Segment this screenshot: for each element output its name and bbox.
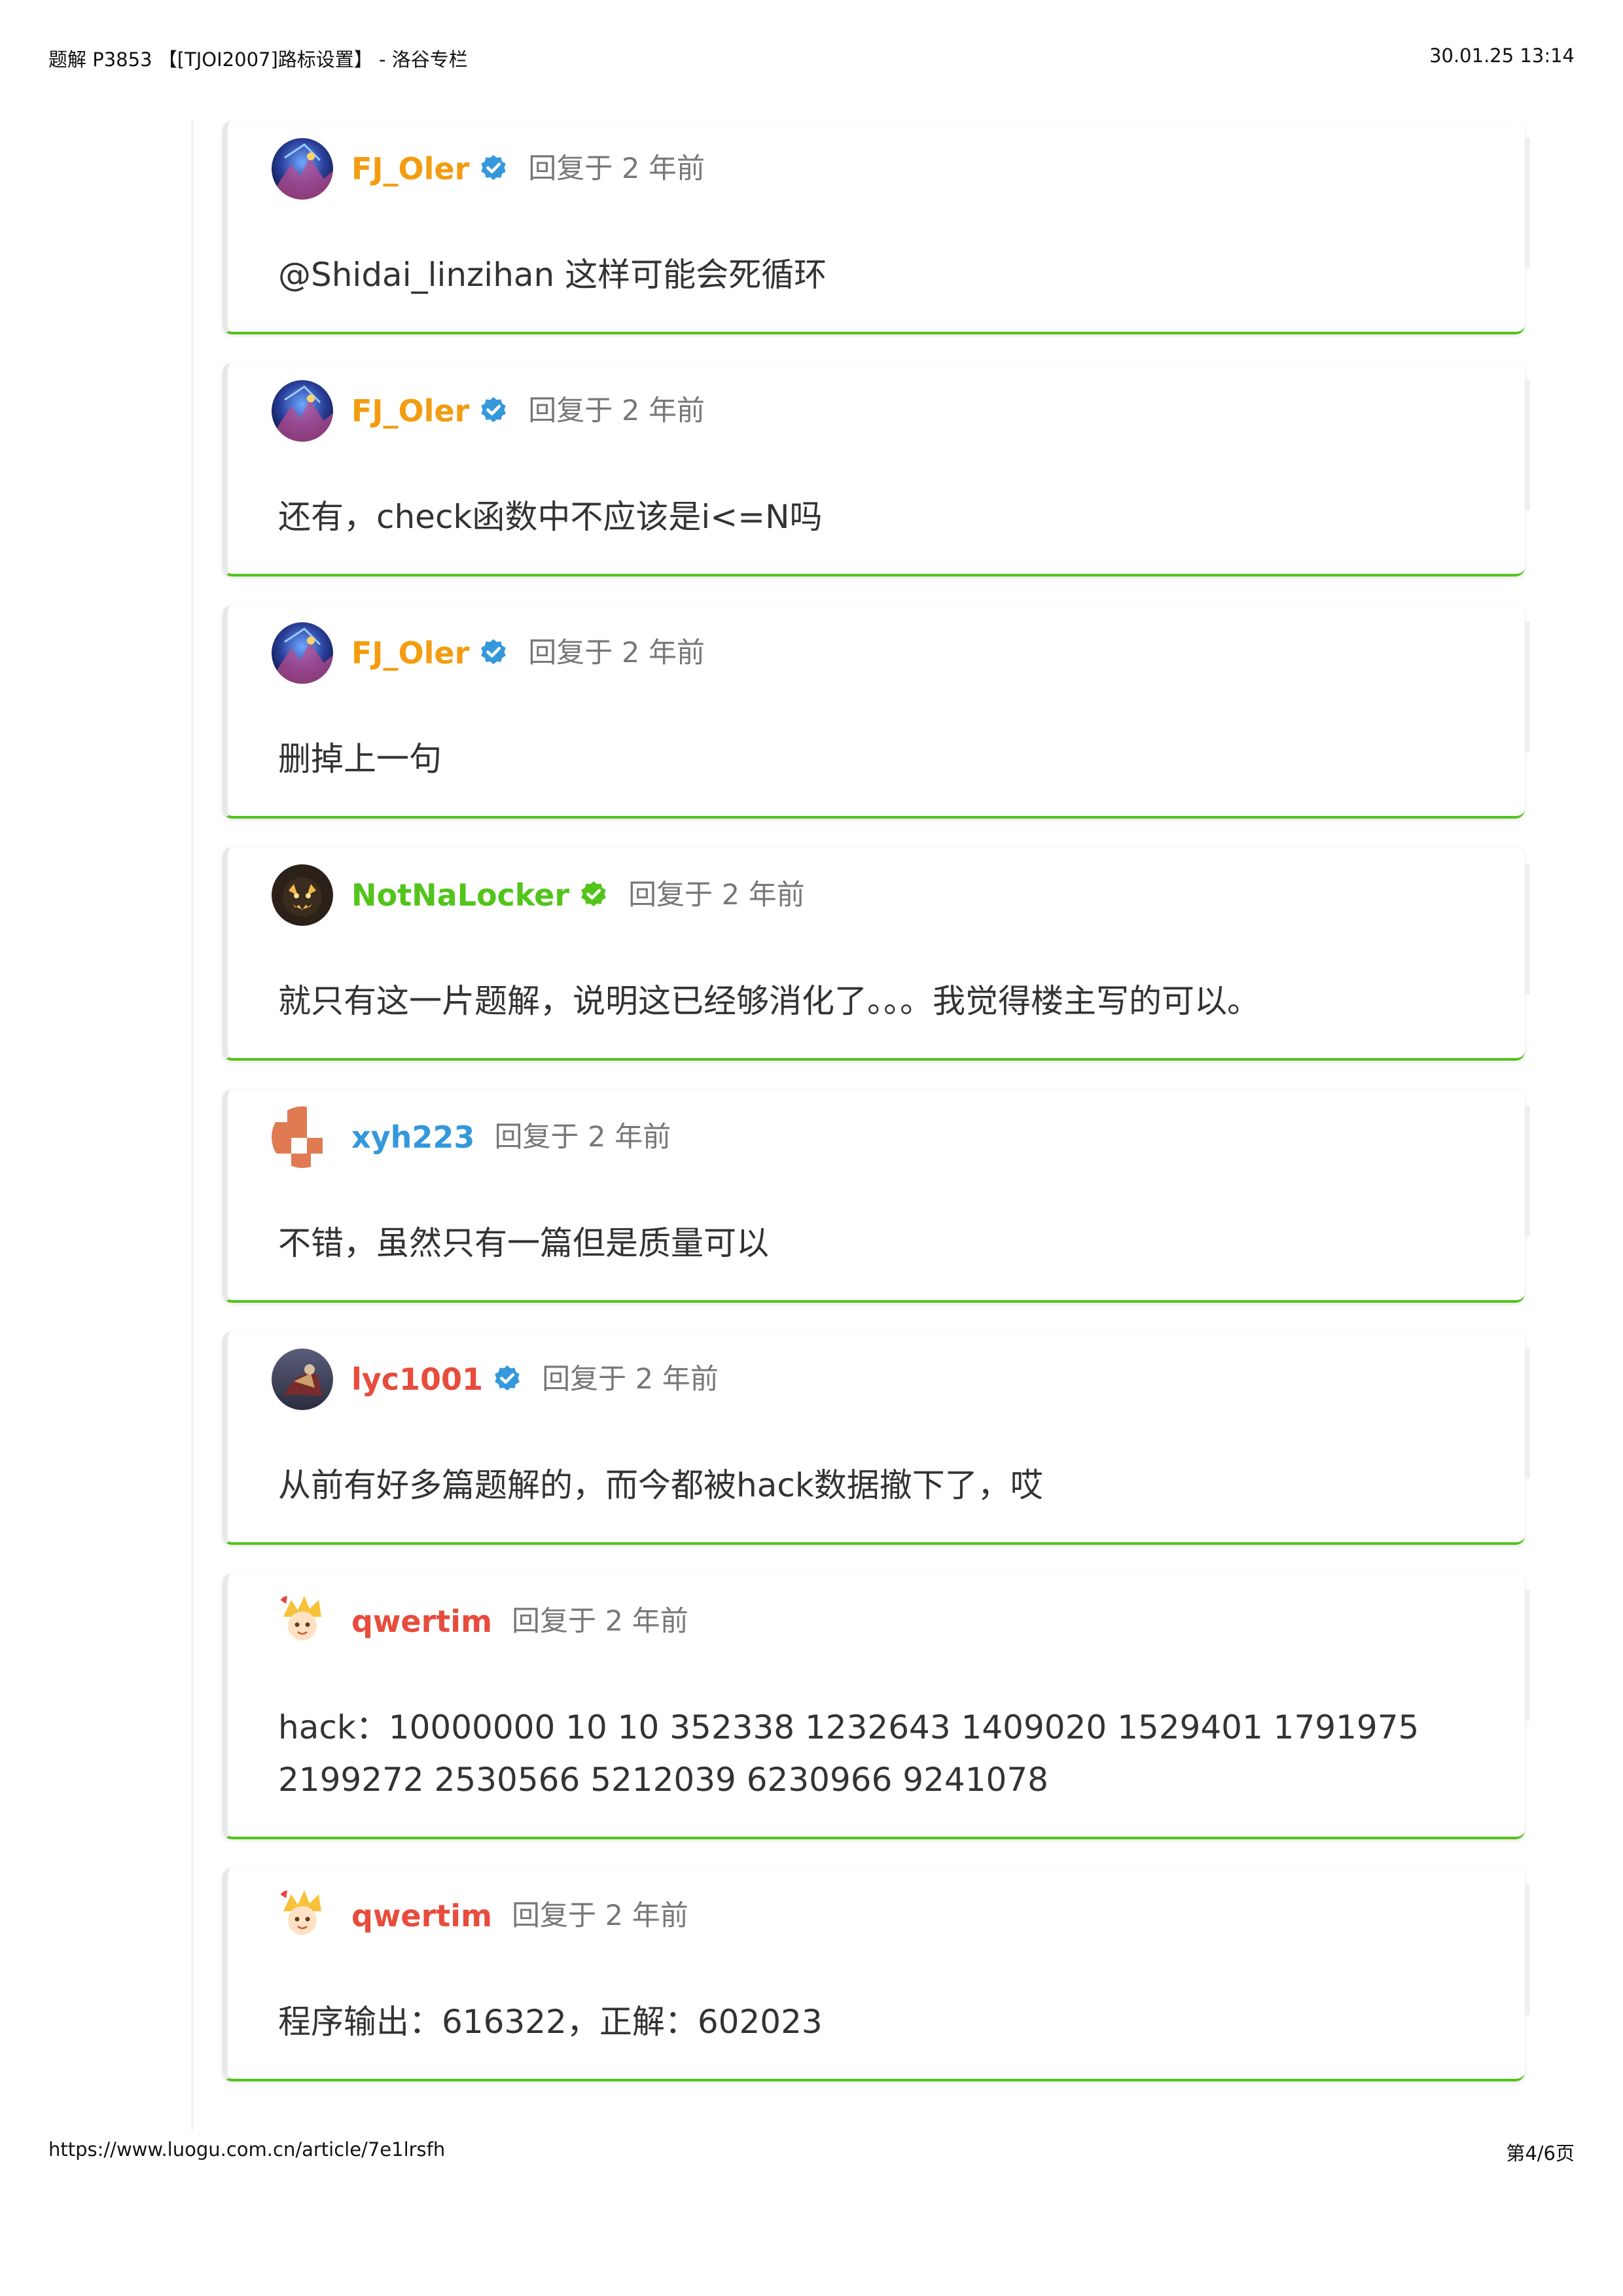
username[interactable]: xyh223 xyxy=(351,1122,474,1152)
username[interactable]: qwertim xyxy=(351,1901,492,1931)
comment-text: 删掉上一句 xyxy=(278,740,442,778)
comment-card: FJ_Oler 回复于 2 年前 还有，check函数中不应该是i<=N吗 xyxy=(223,363,1530,576)
username[interactable]: qwertim xyxy=(351,1606,492,1636)
comment-header: FJ_Oler 回复于 2 年前 xyxy=(272,137,705,200)
comment-header: xyh223 回复于 2 年前 xyxy=(272,1106,671,1169)
avatar-qwertim[interactable] xyxy=(272,1885,333,1947)
reply-time: 回复于 2 年前 xyxy=(528,152,705,185)
avatar-qwertim[interactable] xyxy=(272,1591,333,1652)
print-title: 题解 P3853 【[TJOI2007]路标设置】 - 洛谷专栏 xyxy=(48,48,468,71)
reply-time: 回复于 2 年前 xyxy=(512,1899,688,1932)
verified-check-icon xyxy=(495,1365,520,1391)
page-number: 第4/6页 xyxy=(1506,2142,1575,2164)
comment-text: 程序输出：616322，正解：602023 xyxy=(278,2003,823,2041)
avatar-notna[interactable] xyxy=(272,864,333,926)
comment-text: hack：10000000 10 10 352338 1232643 14090… xyxy=(278,1708,1419,1799)
print-footer: https://www.luogu.com.cn/article/7e1lrsf… xyxy=(48,2138,1575,2167)
comment-header: qwertim 回复于 2 年前 xyxy=(272,1884,688,1947)
reply-time: 回复于 2 年前 xyxy=(542,1362,719,1396)
comment-header: qwertim 回复于 2 年前 xyxy=(272,1590,688,1653)
comment-text: 不错，虽然只有一篇但是质量可以 xyxy=(278,1224,769,1262)
username[interactable]: FJ_Oler xyxy=(351,396,469,426)
comment-header: FJ_Oler 回复于 2 年前 xyxy=(272,380,705,442)
comment-text: 就只有这一片题解，说明这已经够消化了。。。我觉得楼主写的可以。 xyxy=(278,982,1260,1020)
verified-check-icon xyxy=(581,881,606,907)
verified-check-icon xyxy=(481,397,507,423)
print-header: 题解 P3853 【[TJOI2007]路标设置】 - 洛谷专栏 30.01.2… xyxy=(48,44,1575,75)
comment-text: 还有，check函数中不应该是i<=N吗 xyxy=(278,498,823,536)
reply-time: 回复于 2 年前 xyxy=(528,636,705,669)
comment-card: qwertim 回复于 2 年前 程序输出：616322，正解：602023 xyxy=(223,1868,1530,2081)
avatar-fj[interactable] xyxy=(272,622,333,684)
comment-card: FJ_Oler 回复于 2 年前 删掉上一句 xyxy=(223,605,1530,819)
print-datetime: 30.01.25 13:14 xyxy=(1429,44,1575,67)
username[interactable]: lyc1001 xyxy=(351,1364,483,1394)
comment-header: FJ_Oler 回复于 2 年前 xyxy=(272,622,705,684)
thread-divider xyxy=(191,121,194,2130)
username[interactable]: NotNaLocker xyxy=(351,880,569,910)
verified-check-icon xyxy=(481,154,507,181)
comment-header: NotNaLocker 回复于 2 年前 xyxy=(272,864,805,927)
avatar-lyc[interactable] xyxy=(272,1349,333,1410)
comment-card: qwertim 回复于 2 年前 hack：10000000 10 10 352… xyxy=(223,1574,1530,1839)
comment-text: @Shidai_linzihan 这样可能会死循环 xyxy=(278,256,827,294)
comment-card: NotNaLocker 回复于 2 年前 就只有这一片题解，说明这已经够消化了。… xyxy=(223,847,1530,1061)
reply-time: 回复于 2 年前 xyxy=(512,1604,688,1638)
comment-text: 从前有好多篇题解的，而今都被hack数据撤下了，哎 xyxy=(278,1466,1043,1504)
avatar-fj[interactable] xyxy=(272,138,333,200)
print-url: https://www.luogu.com.cn/article/7e1lrsf… xyxy=(48,2138,446,2161)
username[interactable]: FJ_Oler xyxy=(351,638,469,668)
comment-card: lyc1001 回复于 2 年前 从前有好多篇题解的，而今都被hack数据撤下了… xyxy=(223,1332,1530,1545)
reply-time: 回复于 2 年前 xyxy=(494,1120,671,1154)
comment-card: xyh223 回复于 2 年前 不错，虽然只有一篇但是质量可以 xyxy=(223,1089,1530,1303)
verified-check-icon xyxy=(481,639,507,665)
reply-time: 回复于 2 年前 xyxy=(628,878,805,911)
avatar-fj[interactable] xyxy=(272,380,333,442)
reply-time: 回复于 2 年前 xyxy=(528,394,705,427)
username[interactable]: FJ_Oler xyxy=(351,154,469,184)
avatar-xyh[interactable] xyxy=(272,1106,333,1168)
comment-card: FJ_Oler 回复于 2 年前 @Shidai_linzihan 这样可能会死… xyxy=(223,121,1530,334)
comment-header: lyc1001 回复于 2 年前 xyxy=(272,1348,719,1411)
